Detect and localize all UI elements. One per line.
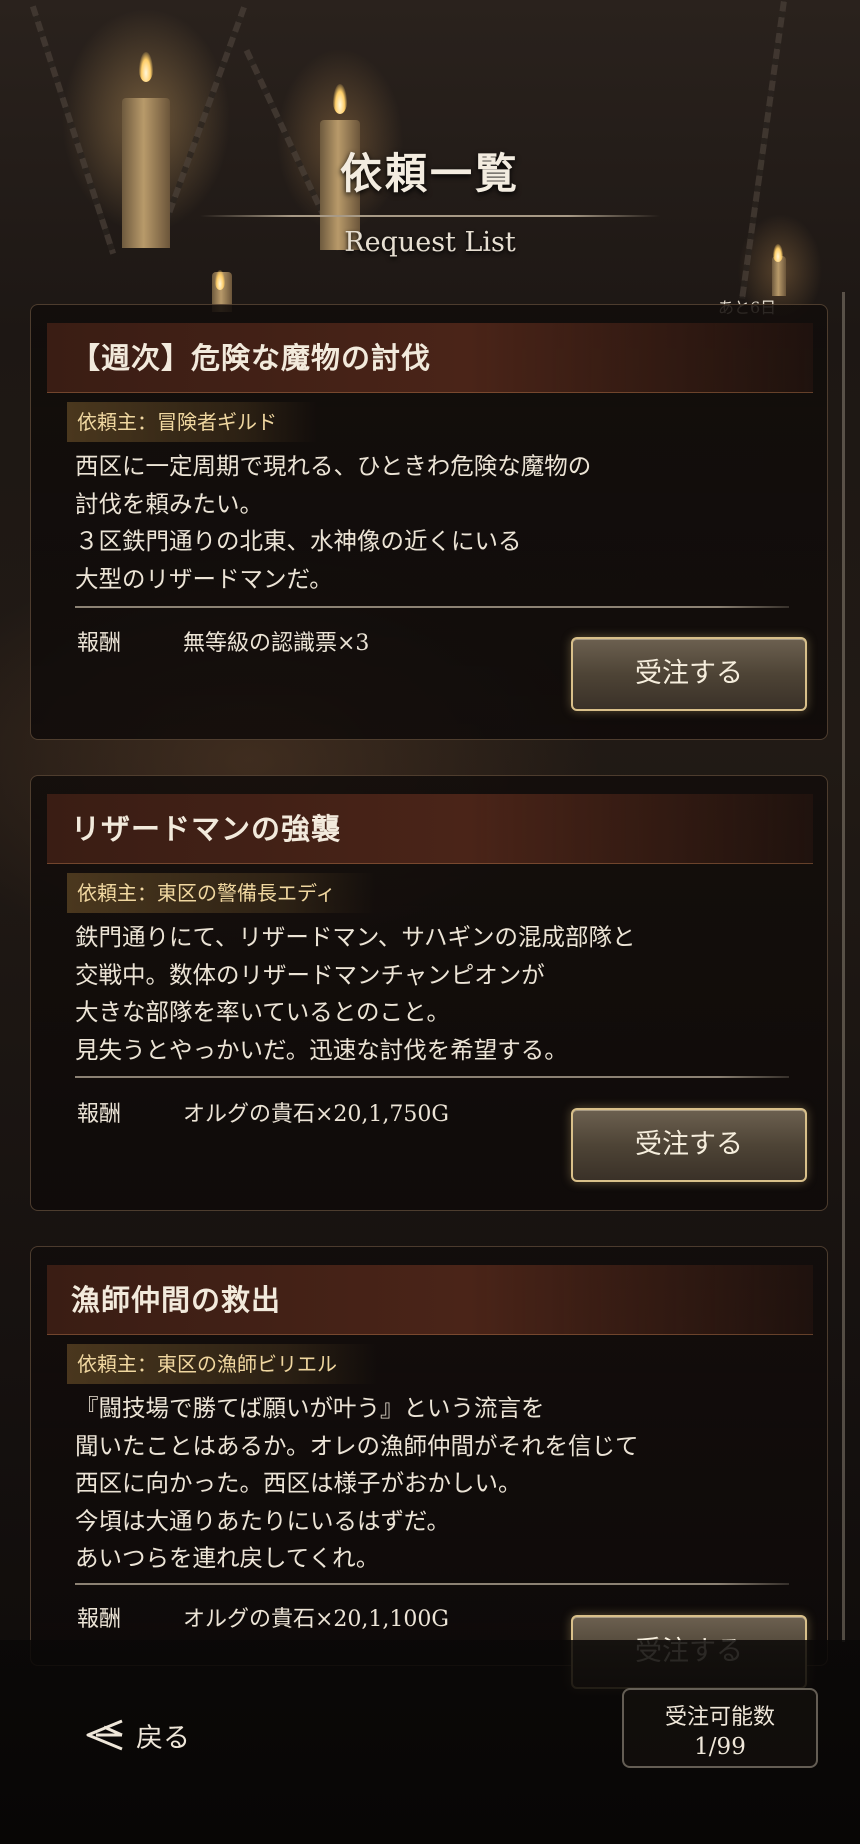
card-divider xyxy=(75,1076,789,1078)
title-divider xyxy=(200,215,660,217)
capacity-label: 受注可能数 xyxy=(664,1705,775,1730)
request-description: 西区に一定周期で現れる、ひときわ危険な魔物の 討伐を頼みたい。 ３区鉄門通りの北… xyxy=(75,452,592,593)
request-title: 【週次】危険な魔物の討伐 xyxy=(47,323,813,393)
page-subtitle: Request List xyxy=(344,227,516,258)
back-label: 戻る xyxy=(136,1722,190,1754)
request-description: 『闘技場で勝てば願いが叶う』という流言を 聞いたことはあるか。オレの漁師仲間がそ… xyxy=(75,1394,639,1572)
accept-button[interactable]: 受注する xyxy=(571,1108,807,1182)
request-card: 漁師仲間の救出 依頼主：東区の漁師ビリエル 『闘技場で勝てば願いが叶う』という流… xyxy=(30,1246,828,1689)
card-divider xyxy=(75,606,789,608)
back-button[interactable]: 戻る xyxy=(82,1712,190,1758)
capacity-value: 1/99 xyxy=(694,1734,746,1760)
capacity-box: 受注可能数 1/99 xyxy=(622,1688,818,1768)
reward-label: 報酬 xyxy=(77,1102,122,1127)
request-client: 依頼主：冒険者ギルド xyxy=(67,402,317,442)
accept-button[interactable]: 受注する xyxy=(571,637,807,711)
reward-value: オルグの貴石×20,1,100G xyxy=(183,1607,449,1632)
scrollbar[interactable] xyxy=(842,292,845,1642)
request-description: 鉄門通りにて、リザードマン、サハギンの混成部隊と 交戦中。数体のリザードマンチャ… xyxy=(75,923,636,1064)
request-title: リザードマンの強襲 xyxy=(47,794,813,864)
back-arrow-icon xyxy=(86,1719,123,1751)
reward-value: 無等級の認識票×3 xyxy=(183,631,370,656)
reward-label: 報酬 xyxy=(77,631,122,656)
request-title: 漁師仲間の救出 xyxy=(47,1265,813,1335)
request-client: 依頼主：東区の警備長エディ xyxy=(67,873,376,913)
request-client: 依頼主：東区の漁師ビリエル xyxy=(67,1344,377,1384)
reward-value: オルグの貴石×20,1,750G xyxy=(183,1102,449,1127)
page-header: 依頼一覧 Request List xyxy=(0,140,860,258)
card-divider xyxy=(75,1583,789,1585)
request-card: 【週次】危険な魔物の討伐 依頼主：冒険者ギルド 西区に一定周期で現れる、ひときわ… xyxy=(30,304,828,740)
reward-label: 報酬 xyxy=(77,1607,122,1632)
page-title: 依頼一覧 xyxy=(339,149,520,198)
request-card: リザードマンの強襲 依頼主：東区の警備長エディ 鉄門通りにて、リザードマン、サハ… xyxy=(30,775,828,1211)
